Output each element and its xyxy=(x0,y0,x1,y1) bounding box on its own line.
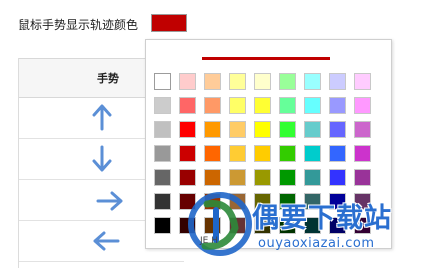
up-arrow-icon xyxy=(92,104,112,131)
color-cell[interactable] xyxy=(204,97,221,114)
color-cell[interactable] xyxy=(279,97,296,114)
color-cell[interactable] xyxy=(254,97,271,114)
color-cell[interactable] xyxy=(354,121,371,138)
color-cell[interactable] xyxy=(204,73,221,90)
color-cell[interactable] xyxy=(229,97,246,114)
left-arrow-icon xyxy=(93,231,120,251)
watermark-text: 偶要下载站 xyxy=(252,203,392,234)
color-cell[interactable] xyxy=(204,169,221,186)
color-cell[interactable] xyxy=(204,121,221,138)
color-cell[interactable] xyxy=(279,121,296,138)
color-cell[interactable] xyxy=(179,73,196,90)
color-cell[interactable] xyxy=(154,145,171,162)
watermark-url: ouyaoxiazai.com xyxy=(258,236,375,251)
color-cell[interactable] xyxy=(229,145,246,162)
color-cell[interactable] xyxy=(154,97,171,114)
color-cell[interactable] xyxy=(304,145,321,162)
color-cell[interactable] xyxy=(254,121,271,138)
gesture-column-header: 手势 xyxy=(97,72,119,85)
color-cell[interactable] xyxy=(304,169,321,186)
color-cell[interactable] xyxy=(204,145,221,162)
watermark-partial-text: JE H xyxy=(200,236,218,246)
color-cell[interactable] xyxy=(229,73,246,90)
color-cell[interactable] xyxy=(329,169,346,186)
color-cell[interactable] xyxy=(329,97,346,114)
color-cell[interactable] xyxy=(329,73,346,90)
color-cell[interactable] xyxy=(329,145,346,162)
color-cell[interactable] xyxy=(179,169,196,186)
color-cell[interactable] xyxy=(354,169,371,186)
color-cell[interactable] xyxy=(279,145,296,162)
color-cell[interactable] xyxy=(154,73,171,90)
color-cell[interactable] xyxy=(154,193,171,210)
color-cell[interactable] xyxy=(154,169,171,186)
color-cell[interactable] xyxy=(279,169,296,186)
color-cell[interactable] xyxy=(354,97,371,114)
trail-color-setting: 鼠标手势显示轨迹颜色 xyxy=(18,12,138,36)
color-cell[interactable] xyxy=(279,73,296,90)
selected-color-preview xyxy=(202,57,330,60)
color-cell[interactable] xyxy=(254,145,271,162)
down-arrow-icon xyxy=(92,145,112,172)
color-cell[interactable] xyxy=(229,169,246,186)
trail-color-picker-button[interactable] xyxy=(151,14,187,32)
color-cell[interactable] xyxy=(154,121,171,138)
color-cell[interactable] xyxy=(304,121,321,138)
color-cell[interactable] xyxy=(229,121,246,138)
color-cell[interactable] xyxy=(354,145,371,162)
trail-color-label: 鼠标手势显示轨迹颜色 xyxy=(18,17,139,32)
color-cell[interactable] xyxy=(179,97,196,114)
color-cell[interactable] xyxy=(329,121,346,138)
color-cell[interactable] xyxy=(154,217,171,234)
color-cell[interactable] xyxy=(179,145,196,162)
color-cell[interactable] xyxy=(254,169,271,186)
color-cell[interactable] xyxy=(304,73,321,90)
color-cell[interactable] xyxy=(179,121,196,138)
color-cell[interactable] xyxy=(304,97,321,114)
color-cell[interactable] xyxy=(254,73,271,90)
color-cell[interactable] xyxy=(354,73,371,90)
right-arrow-icon xyxy=(96,191,123,211)
